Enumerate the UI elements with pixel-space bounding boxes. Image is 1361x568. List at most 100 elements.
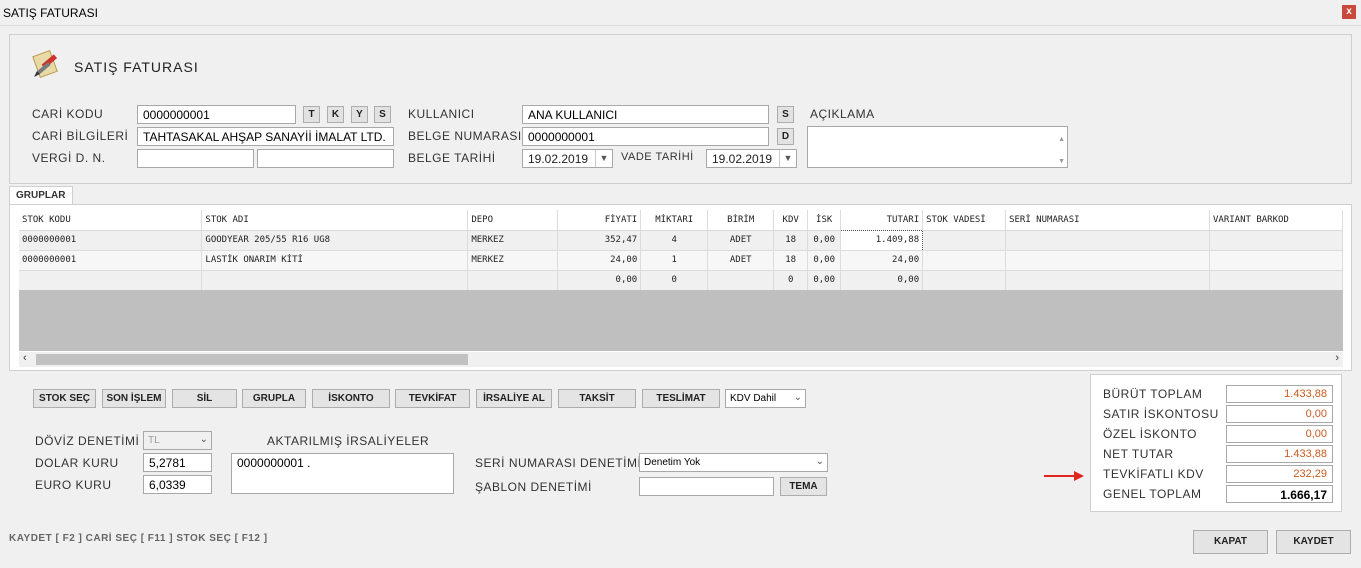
aciklama-textarea[interactable]: ▲ ▼ [807,126,1068,168]
kullanici-input[interactable]: ANA KULLANICI [522,105,769,124]
table-cell[interactable]: 0,00 [807,229,842,250]
table-cell[interactable]: LASTİK ONARIM KİTİ [201,249,469,270]
table-cell[interactable] [1005,249,1210,270]
iskonto-button[interactable]: İSKONTO [312,389,390,408]
cari-kodu-input[interactable]: 0000000001 [137,105,296,124]
vergi-dairesi-input[interactable] [137,149,254,168]
header-panel: SATIŞ FATURASI CARİ KODU 0000000001 T K … [9,34,1352,184]
tab-gruplar[interactable]: GRUPLAR [9,186,73,205]
vade-tarihi-picker[interactable]: 19.02.2019 ▼ [706,149,797,168]
doviz-select[interactable]: TL ⌄ [143,431,212,450]
table-cell[interactable]: 0,00 [807,269,842,290]
table-cell[interactable]: GOODYEAR 205/55 R16 UG8 [201,229,469,250]
col-header[interactable]: STOK ADI [201,210,469,230]
cari-bilgileri-input[interactable]: TAHTASAKAL AHŞAP SANAYİİ İMALAT LTD. [137,127,394,146]
table-row[interactable]: 0,00 0 0 0,00 0,00 [19,269,1343,290]
table-cell[interactable] [1209,229,1343,250]
table-cell[interactable]: 1 [640,249,709,270]
col-header[interactable]: STOK VADESİ [922,210,1007,230]
horizontal-scrollbar[interactable]: ‹ › [19,352,1343,367]
col-header[interactable]: KDV [773,210,809,230]
table-cell[interactable]: 18 [773,249,809,270]
table-cell[interactable]: 0,00 [807,249,842,270]
cari-s-button[interactable]: S [374,106,391,123]
col-header[interactable]: DEPO [467,210,559,230]
teslimat-button[interactable]: TESLİMAT [642,389,720,408]
table-cell[interactable] [1005,229,1210,250]
seri-select[interactable]: Denetim Yok ⌄ [639,453,828,472]
table-row[interactable]: 0000000001 GOODYEAR 205/55 R16 UG8 MERKE… [19,229,1343,251]
col-header[interactable]: VARIANT BARKOD [1209,210,1343,230]
dolar-input[interactable]: 5,2781 [143,453,212,472]
tevkifat-button[interactable]: TEVKİFAT [395,389,470,408]
irsaliye-list[interactable]: 0000000001 . [231,453,454,494]
scrollbar-thumb[interactable] [36,354,468,365]
table-cell[interactable] [922,229,1007,250]
table-cell[interactable] [1005,269,1210,290]
table-cell[interactable]: 0000000001 [19,249,203,270]
table-cell[interactable]: 0,00 [557,269,642,290]
taksit-button[interactable]: TAKSİT [558,389,636,408]
table-cell[interactable]: ADET [707,229,775,250]
table-cell[interactable] [201,269,469,290]
table-cell[interactable]: 24,00 [840,249,924,270]
items-grid[interactable]: STOK KODU STOK ADI DEPO FİYATI MİKTARI B… [19,210,1343,351]
euro-input[interactable]: 6,0339 [143,475,212,494]
table-cell[interactable]: MERKEZ [467,249,559,270]
chevron-down-icon[interactable]: ⌄ [816,456,824,467]
stok-sec-button[interactable]: STOK SEÇ [33,389,96,408]
kaydet-button[interactable]: KAYDET [1276,530,1351,554]
table-cell[interactable]: 0000000001 [19,229,203,250]
chevron-left-icon[interactable]: ‹ [23,352,27,364]
belge-no-d-button[interactable]: D [777,128,794,145]
table-cell[interactable]: 0 [640,269,709,290]
irsaliye-al-button[interactable]: İRSALİYE AL [476,389,552,408]
table-cell[interactable] [922,249,1007,270]
grupla-button[interactable]: GRUPLA [242,389,306,408]
table-cell-selected[interactable]: 1.409,88 [840,229,924,251]
chevron-down-icon[interactable]: ⌄ [200,434,208,445]
table-cell[interactable]: MERKEZ [467,229,559,250]
cari-t-button[interactable]: T [303,106,320,123]
cari-k-button[interactable]: K [327,106,344,123]
sablon-input[interactable] [639,477,774,496]
kdv-select[interactable]: KDV Dahil ⌄ [725,389,806,408]
vergi-no-input[interactable] [257,149,394,168]
col-header[interactable]: İSK [807,210,842,230]
table-cell[interactable]: 18 [773,229,809,250]
table-cell[interactable]: 24,00 [557,249,642,270]
tema-button[interactable]: TEMA [780,477,827,496]
table-cell[interactable] [467,269,559,290]
table-cell[interactable]: 0 [773,269,809,290]
chevron-right-icon[interactable]: › [1335,352,1339,364]
table-cell[interactable]: 0,00 [840,269,924,290]
chevron-down-icon[interactable]: ⌄ [794,392,802,403]
scroll-arrows-icon[interactable]: ▲ ▼ [1058,129,1065,173]
kapat-button[interactable]: KAPAT [1193,530,1268,554]
col-header[interactable]: MİKTARI [640,210,709,230]
kullanici-s-button[interactable]: S [777,106,794,123]
col-header[interactable]: BİRİM [707,210,775,230]
col-header[interactable]: FİYATI [557,210,642,230]
table-cell[interactable] [922,269,1007,290]
cari-y-button[interactable]: Y [351,106,368,123]
belge-no-input[interactable]: 0000000001 [522,127,769,146]
table-cell[interactable] [1209,269,1343,290]
belge-tarihi-picker[interactable]: 19.02.2019 ▼ [522,149,613,168]
table-row[interactable]: 0000000001 LASTİK ONARIM KİTİ MERKEZ 24,… [19,249,1343,270]
son-islem-button[interactable]: SON İŞLEM [102,389,166,408]
col-header[interactable]: TUTARI [840,210,924,230]
col-header[interactable]: STOK KODU [19,210,203,230]
table-cell[interactable]: 4 [640,229,709,250]
table-cell[interactable]: 352,47 [557,229,642,250]
table-cell[interactable]: ADET [707,249,775,270]
chevron-down-icon[interactable]: ▼ [595,150,612,167]
window-title: SATIŞ FATURASI [3,6,98,20]
table-cell[interactable] [1209,249,1343,270]
col-header[interactable]: SERİ NUMARASI [1005,210,1210,230]
table-cell[interactable] [19,269,203,290]
close-icon[interactable]: x [1342,5,1356,19]
sil-button[interactable]: SİL [172,389,237,408]
chevron-down-icon[interactable]: ▼ [779,150,796,167]
table-cell[interactable] [707,269,775,290]
